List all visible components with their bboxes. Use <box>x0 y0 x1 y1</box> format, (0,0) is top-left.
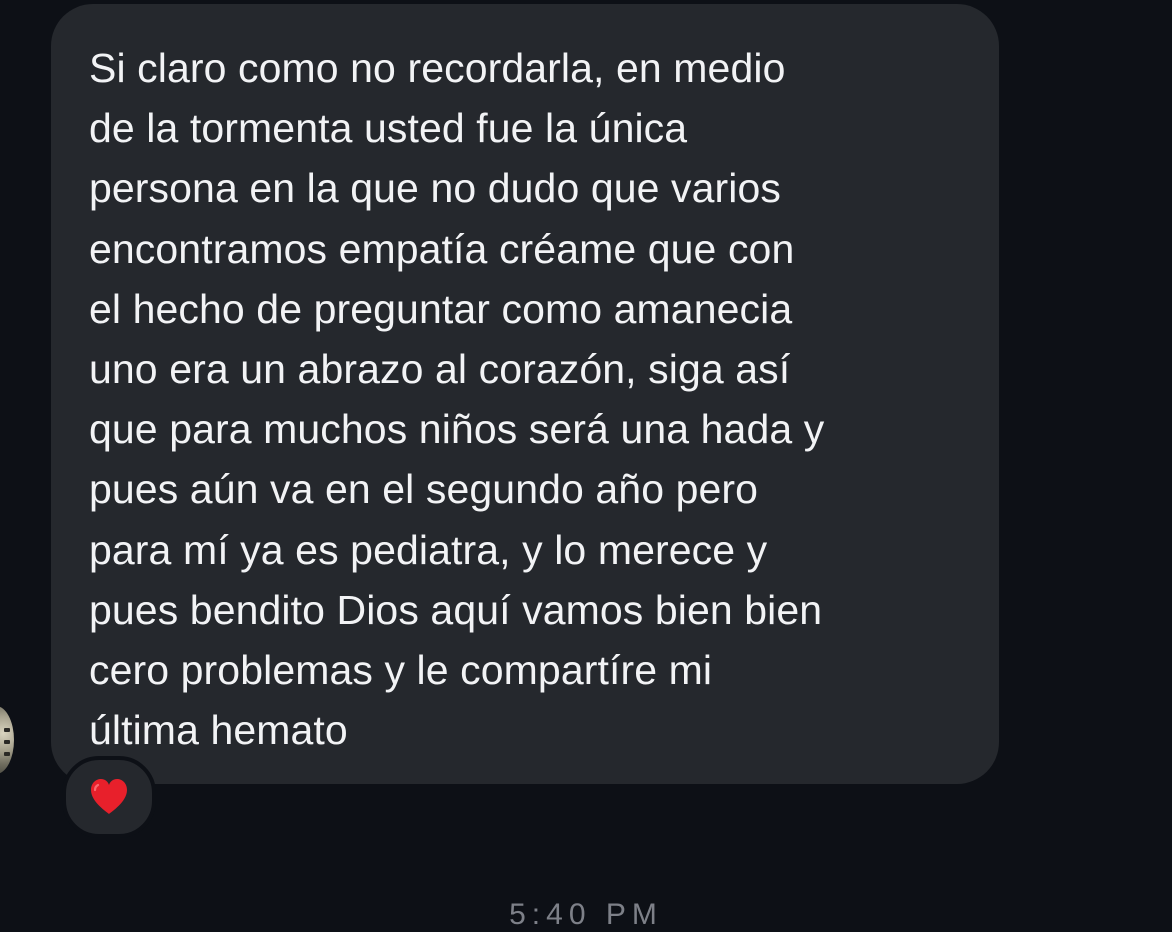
message-line: persona en la que no dudo que varios <box>89 165 782 212</box>
avatar-detail <box>4 728 10 732</box>
message-line: que para muchos niños será una hada y <box>89 406 825 453</box>
red-heart-icon <box>91 779 127 814</box>
message-text: Si claro como no recordarla, en medio de… <box>89 38 959 760</box>
message-line: el hecho de preguntar como amanecia <box>89 285 793 332</box>
chat-thread: Si claro como no recordarla, en medio de… <box>0 0 1172 931</box>
message-line: pues aún va en el segundo año pero <box>89 466 759 513</box>
message-line: de la tormenta usted fue la única <box>89 105 688 152</box>
message-bubble[interactable]: Si claro como no recordarla, en medio de… <box>51 4 999 784</box>
message-line: última hemato <box>89 707 348 754</box>
message-line: Si claro como no recordarla, en medio <box>89 45 786 91</box>
avatar-detail <box>4 740 10 744</box>
avatar-detail <box>4 752 10 756</box>
reaction-badge[interactable] <box>62 756 156 838</box>
message-line: para mí ya es pediatra, y lo merece y <box>89 526 768 573</box>
sender-avatar[interactable] <box>0 706 14 774</box>
message-line: uno era un abrazo al corazón, siga así <box>89 346 791 393</box>
message-line: cero problemas y le compartíre mi <box>89 647 713 694</box>
message-timestamp: 5:40 PM <box>509 898 663 931</box>
message-line: encontramos empatía créame que con <box>89 225 795 272</box>
message-line: pues bendito Dios aquí vamos bien bien <box>89 586 823 633</box>
